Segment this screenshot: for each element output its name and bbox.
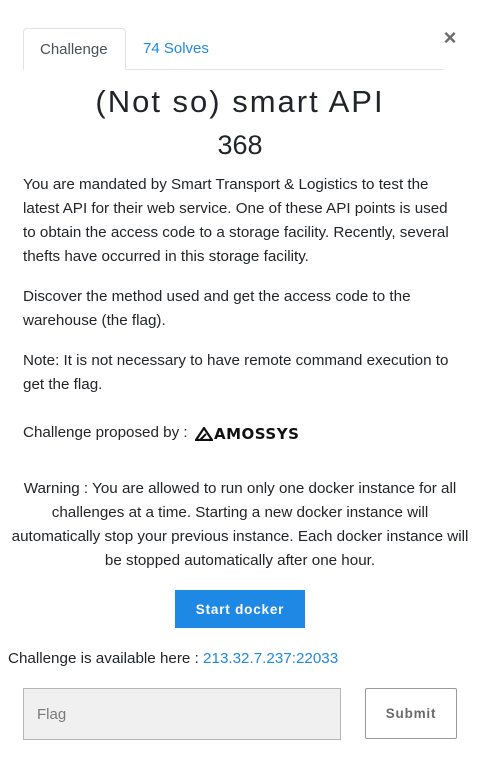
availability-line: Challenge is available here : 213.32.7.2… (8, 647, 338, 671)
tab-solves[interactable]: 74 Solves (127, 28, 225, 70)
description-paragraph: You are mandated by Smart Transport & Lo… (23, 176, 449, 265)
description-note: Note: It is not necessary to have remote… (23, 352, 449, 393)
tab-challenge[interactable]: Challenge (23, 28, 126, 70)
close-icon[interactable]: × (440, 26, 460, 50)
submit-button[interactable]: Submit (365, 688, 457, 739)
amossys-logo-icon (195, 427, 213, 441)
instance-address-link[interactable]: 213.32.7.237:22033 (203, 650, 338, 667)
challenge-tabs: Challenge 74 Solves (23, 28, 443, 70)
flag-input[interactable] (23, 688, 341, 740)
amossys-logo: AMOSSYS (195, 425, 300, 443)
availability-label: Challenge is available here : (8, 650, 199, 667)
proposed-by-label: Challenge proposed by : (23, 424, 188, 441)
start-docker-button[interactable]: Start docker (175, 590, 305, 628)
description-paragraph: Discover the method used and get the acc… (23, 288, 411, 329)
challenge-points: 368 (217, 130, 263, 160)
challenge-title: (Not so) smart API (95, 84, 385, 119)
docker-warning: Warning : You are allowed to run only on… (11, 480, 469, 569)
amossys-logo-text: AMOSSYS (214, 425, 300, 443)
